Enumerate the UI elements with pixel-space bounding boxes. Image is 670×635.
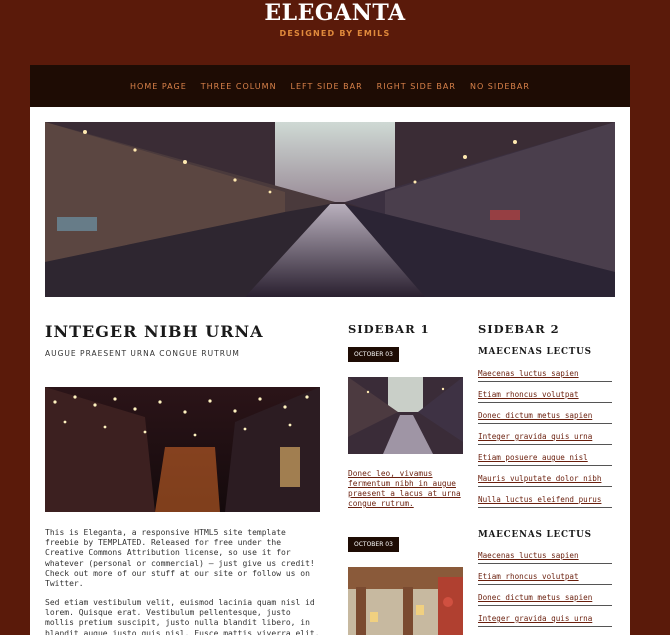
sidebar-2: SIDEBAR 2 MAECENAS LECTUS Maecenas luctu… (478, 322, 613, 627)
sidebar-2-link-list: Maecenas luctus sapien Etiam rhoncus vol… (478, 369, 612, 516)
sidebar-post-image[interactable] (348, 567, 463, 635)
sidebar-link[interactable]: Etiam rhoncus volutpat (478, 572, 612, 585)
sidebar-link[interactable]: Maecenas luctus sapien (478, 369, 612, 382)
sidebar-1: SIDEBAR 1 OCTOBER 03 Donec leo, vivamus … (348, 322, 466, 635)
sidebar-link[interactable]: Etiam rhoncus volutpat (478, 390, 612, 403)
site-title[interactable]: ELEGANTA (0, 0, 670, 26)
article-image (45, 387, 320, 512)
sidebar-2-link-list: Maecenas luctus sapien Etiam rhoncus vol… (478, 551, 612, 635)
date-badge: OCTOBER 03 (348, 537, 399, 552)
sidebar-link[interactable]: Donec dictum metus sapien (478, 411, 612, 424)
sidebar-link[interactable]: Integer gravida quis urna (478, 432, 612, 445)
sidebar-link[interactable]: Mauris vulputate dolor nibh (478, 474, 612, 487)
article-subtitle: AUGUE PRAESENT URNA CONGUE RUTRUM (45, 349, 240, 358)
nav-no-sidebar[interactable]: NO SIDEBAR (470, 82, 530, 91)
sidebar-link[interactable]: Nulla luctus eleifend purus (478, 495, 612, 508)
nav-home-page[interactable]: HOME PAGE (130, 82, 187, 91)
article-paragraph-1: This is Eleganta, a responsive HTML5 sit… (45, 528, 315, 589)
nav-three-column[interactable]: THREE COLUMN (201, 82, 277, 91)
main-nav: HOME PAGE THREE COLUMN LEFT SIDE BAR RIG… (30, 65, 630, 107)
banner-image (45, 122, 615, 297)
sidebar-1-title: SIDEBAR 1 (348, 322, 430, 336)
sidebar-2-heading: MAECENAS LECTUS (478, 347, 592, 357)
article: INTEGER NIBH URNA AUGUE PRAESENT URNA CO… (45, 322, 320, 635)
article-paragraph-2: Sed etiam vestibulum velit, euismod laci… (45, 598, 320, 635)
site-subtitle: DESIGNED BY EMILS (279, 29, 391, 38)
sidebar-link[interactable]: Etiam posuere augue nisl (478, 453, 612, 466)
nav-right-side-bar[interactable]: RIGHT SIDE BAR (377, 82, 456, 91)
content-panel: INTEGER NIBH URNA AUGUE PRAESENT URNA CO… (30, 107, 630, 635)
sidebar-post-image[interactable] (348, 377, 463, 454)
site-header: ELEGANTA DESIGNED BY EMILS (0, 0, 670, 38)
article-title[interactable]: INTEGER NIBH URNA (45, 322, 320, 341)
sidebar-link[interactable]: Maecenas luctus sapien (478, 551, 612, 564)
date-badge: OCTOBER 03 (348, 347, 399, 362)
sidebar-2-heading: MAECENAS LECTUS (478, 530, 592, 540)
nav-left-side-bar[interactable]: LEFT SIDE BAR (291, 82, 363, 91)
sidebar-2-title: SIDEBAR 2 (478, 322, 560, 336)
sidebar-post-link[interactable]: Donec leo, vivamus fermentum nibh in aug… (348, 469, 466, 509)
sidebar-link[interactable]: Donec dictum metus sapien (478, 593, 612, 606)
sidebar-link[interactable]: Integer gravida quis urna (478, 614, 612, 627)
